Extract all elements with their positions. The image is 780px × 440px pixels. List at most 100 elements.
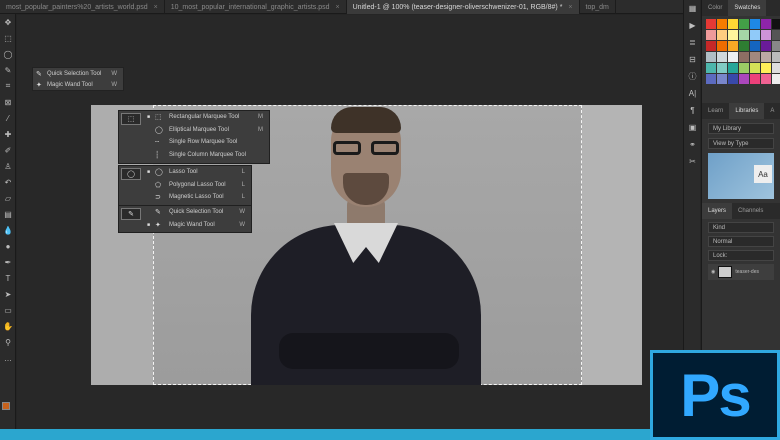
swatch[interactable]	[739, 19, 749, 29]
tools-icon[interactable]: ✂	[684, 153, 701, 170]
quick-selection-icon[interactable]: ✎	[0, 62, 16, 78]
menu-item-polygonal-lasso[interactable]: ⬠ Polygonal Lasso Tool L	[145, 179, 251, 192]
library-view-select[interactable]: View by Type	[708, 138, 774, 149]
rectangle-icon[interactable]: ▭	[0, 302, 16, 318]
swatch[interactable]	[728, 41, 738, 51]
swatch[interactable]	[772, 19, 780, 29]
swatch[interactable]	[739, 41, 749, 51]
swatch[interactable]	[750, 52, 760, 62]
library-thumbnail[interactable]: Aa	[708, 153, 774, 199]
tab-doc-3[interactable]: Unitled-1 @ 100% (teaser-designer-oliver…	[346, 0, 580, 14]
swatch[interactable]	[772, 30, 780, 40]
menu-item-quick-selection[interactable]: ✎ Quick Selection Tool W	[145, 206, 251, 219]
tab-libraries[interactable]: Libraries	[729, 103, 765, 119]
tab-doc-2[interactable]: 10_most_popular_international_graphic_ar…	[165, 0, 347, 14]
swatch[interactable]	[706, 74, 716, 84]
swatch[interactable]	[761, 74, 771, 84]
flyout-item-magic-wand[interactable]: ✦ Magic Wand Tool W	[33, 79, 123, 90]
blur-icon[interactable]: 💧	[0, 222, 16, 238]
library-select[interactable]: My Library	[708, 123, 774, 134]
swatch[interactable]	[772, 41, 780, 51]
swatch[interactable]	[706, 19, 716, 29]
history-brush-icon[interactable]: ↶	[0, 174, 16, 190]
swatch[interactable]	[728, 52, 738, 62]
zoom-icon[interactable]: ⚲	[0, 334, 16, 350]
swatch[interactable]	[739, 63, 749, 73]
tab-swatches[interactable]: Swatches	[728, 0, 767, 16]
swatch[interactable]	[761, 30, 771, 40]
swatch[interactable]	[728, 19, 738, 29]
swatch[interactable]	[750, 30, 760, 40]
character-icon[interactable]: A|	[684, 85, 701, 102]
healing-icon[interactable]: ✚	[0, 126, 16, 142]
move-icon[interactable]: ✥	[0, 14, 16, 30]
tab-layers[interactable]: Layers	[702, 203, 733, 219]
crop-icon[interactable]: ⌗	[0, 78, 16, 94]
layer-row[interactable]: ◉ teaser-des	[708, 264, 774, 280]
brush-icon[interactable]: ✐	[0, 142, 16, 158]
eyedropper-icon[interactable]: ⁄	[0, 110, 16, 126]
swatch[interactable]	[717, 19, 727, 29]
swatch[interactable]	[706, 30, 716, 40]
swatch[interactable]	[772, 63, 780, 73]
swatch[interactable]	[706, 63, 716, 73]
swatch[interactable]	[750, 74, 760, 84]
swatch[interactable]	[717, 52, 727, 62]
eye-icon[interactable]: ◉	[711, 269, 715, 275]
close-icon[interactable]: ×	[336, 4, 340, 11]
menu-item-magic-wand[interactable]: ■ ✦ Magic Wand Tool W	[145, 219, 251, 232]
menu-item-magnetic-lasso[interactable]: ⊃ Magnetic Lasso Tool L	[145, 191, 251, 204]
menu-item-row-marquee[interactable]: ┄ Single Row Marquee Tool	[145, 136, 269, 149]
swatch[interactable]	[706, 41, 716, 51]
pen-icon[interactable]: ✒	[0, 254, 16, 270]
swatch[interactable]	[761, 19, 771, 29]
swatch[interactable]	[739, 74, 749, 84]
frame-icon[interactable]: ⊠	[0, 94, 16, 110]
gradient-icon[interactable]: ▤	[0, 206, 16, 222]
swatch[interactable]	[761, 63, 771, 73]
swatch[interactable]	[717, 63, 727, 73]
swatch[interactable]	[728, 30, 738, 40]
swatch[interactable]	[717, 74, 727, 84]
swatch[interactable]	[761, 52, 771, 62]
swatch[interactable]	[772, 52, 780, 62]
swatch[interactable]	[750, 41, 760, 51]
info-icon[interactable]: ⓘ	[684, 68, 701, 85]
more-icon[interactable]: …	[0, 350, 16, 366]
swatch[interactable]	[728, 63, 738, 73]
dodge-icon[interactable]: ●	[0, 238, 16, 254]
tab-color[interactable]: Color	[702, 0, 728, 16]
menu-item-lasso[interactable]: ■ ◯ Lasso Tool L	[145, 166, 251, 179]
shapes-icon[interactable]: ⚭	[684, 136, 701, 153]
swatch[interactable]	[717, 30, 727, 40]
tab-learn[interactable]: Learn	[702, 103, 729, 119]
flyout-item-quick-selection[interactable]: ✎ Quick Selection Tool W	[33, 68, 123, 79]
swatch[interactable]	[772, 74, 780, 84]
eraser-icon[interactable]: ▱	[0, 190, 16, 206]
swatch[interactable]	[750, 63, 760, 73]
brush-settings-icon[interactable]: ≣	[684, 34, 701, 51]
properties-icon[interactable]: ⊟	[684, 51, 701, 68]
paragraph-icon[interactable]: ¶	[684, 102, 701, 119]
play-icon[interactable]: ▶	[684, 17, 701, 34]
hand-icon[interactable]: ✋	[0, 318, 16, 334]
swatch[interactable]	[706, 52, 716, 62]
marquee-icon[interactable]: ⬚	[0, 30, 16, 46]
close-icon[interactable]: ×	[568, 4, 572, 11]
type-icon[interactable]: T	[0, 270, 16, 286]
history-icon[interactable]: ▦	[684, 0, 701, 17]
swatch[interactable]	[750, 19, 760, 29]
tab-channels[interactable]: Channels	[732, 203, 769, 219]
swatch[interactable]	[717, 41, 727, 51]
close-icon[interactable]: ×	[154, 4, 158, 11]
swatch[interactable]	[761, 41, 771, 51]
blend-mode-select[interactable]: Normal	[708, 236, 774, 247]
swatch[interactable]	[739, 30, 749, 40]
layer-comps-icon[interactable]: ▣	[684, 119, 701, 136]
stamp-icon[interactable]: ♙	[0, 158, 16, 174]
swatch[interactable]	[739, 52, 749, 62]
lasso-icon[interactable]: ◯	[0, 46, 16, 62]
menu-item-ellipse-marquee[interactable]: ◯ Elliptical Marquee Tool M	[145, 124, 269, 137]
tab-doc-1[interactable]: most_popular_painters%20_artists_world.p…	[0, 0, 165, 14]
path-selection-icon[interactable]: ➤	[0, 286, 16, 302]
